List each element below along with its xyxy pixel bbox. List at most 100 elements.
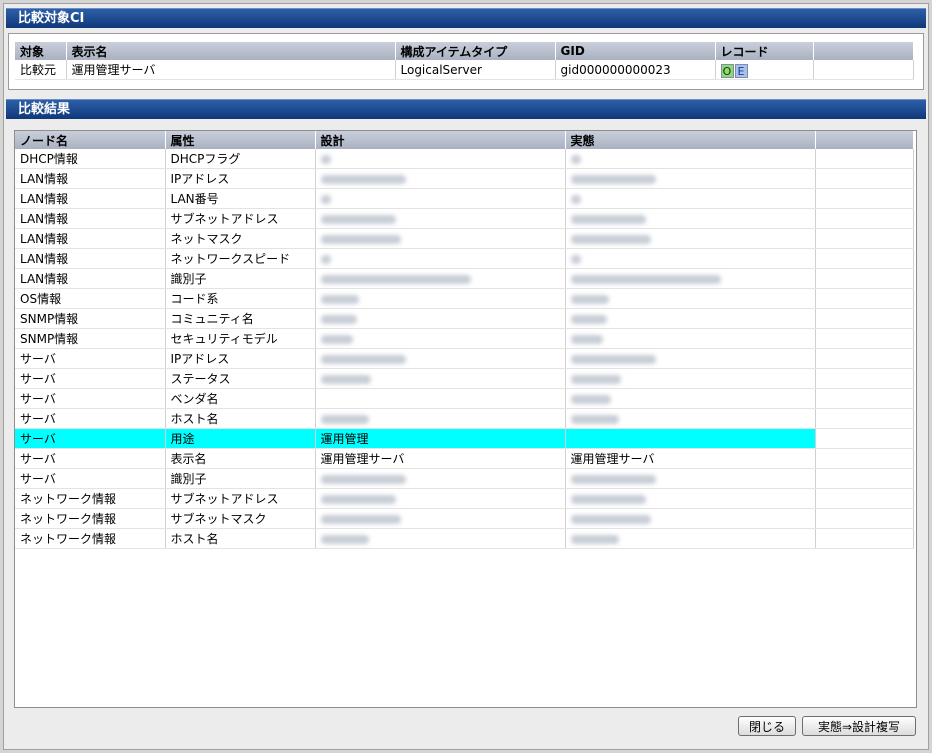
record-o-icon[interactable]: O: [720, 63, 734, 78]
table-row[interactable]: SNMP情報 セキュリティモデル: [15, 328, 914, 349]
table-row[interactable]: LAN情報 ネットワークスピード: [15, 248, 914, 269]
cell-design: [315, 149, 566, 169]
cell-node: LAN情報: [15, 248, 166, 269]
cell-actual: [565, 268, 816, 289]
cell-node: LAN情報: [15, 168, 166, 189]
ci-panel-title: 比較対象CI: [6, 8, 926, 28]
redacted-value: [570, 394, 611, 404]
table-row[interactable]: LAN情報 ネットマスク: [15, 228, 914, 249]
ci-col-target[interactable]: 対象: [15, 42, 67, 60]
table-row[interactable]: ネットワーク情報 サブネットアドレス: [15, 488, 914, 509]
table-row[interactable]: LAN情報 識別子: [15, 268, 914, 289]
record-e-icon[interactable]: E: [734, 63, 748, 78]
cell-design: [315, 328, 566, 349]
cell-node: サーバ: [15, 468, 166, 489]
table-row[interactable]: サーバ ホスト名: [15, 408, 914, 429]
cell-attr: ネットマスク: [165, 228, 316, 249]
result-col-actual[interactable]: 実態: [565, 131, 816, 149]
cell-filler: [815, 328, 914, 349]
result-col-attr[interactable]: 属性: [165, 131, 316, 149]
cell-design: [315, 368, 566, 389]
redacted-value: [570, 494, 646, 504]
cell-filler: [815, 368, 914, 389]
cell-node: LAN情報: [15, 208, 166, 229]
redacted-value: [320, 154, 331, 164]
redacted-value: [320, 494, 396, 504]
table-row[interactable]: LAN情報 サブネットアドレス: [15, 208, 914, 229]
table-row[interactable]: OS情報 コード系: [15, 288, 914, 309]
cell-node: サーバ: [15, 448, 166, 469]
table-row[interactable]: サーバ 表示名 運用管理サーバ 運用管理サーバ: [15, 448, 914, 469]
table-row[interactable]: LAN情報 LAN番号: [15, 188, 914, 209]
cell-attr: LAN番号: [165, 188, 316, 209]
cell-node: SNMP情報: [15, 328, 166, 349]
redacted-value: [320, 354, 406, 364]
result-col-design[interactable]: 設計: [315, 131, 566, 149]
cell-filler: [815, 528, 914, 549]
cell-filler: [815, 428, 914, 449]
cell-filler: [815, 268, 914, 289]
redacted-value: [320, 334, 353, 344]
table-row[interactable]: サーバ ベンダ名: [15, 388, 914, 409]
cell-design: [315, 468, 566, 489]
redacted-value: [320, 314, 357, 324]
result-table-container[interactable]: ノード名 属性 設計 実態 DHCP情報 DHCPフラグ LAN情報 IPアドレス LA…: [14, 130, 917, 708]
table-row[interactable]: サーバ IPアドレス: [15, 348, 914, 369]
ci-row[interactable]: 比較元 運用管理サーバ LogicalServer gid00000000002…: [15, 60, 914, 80]
ci-display-name: 運用管理サーバ: [66, 60, 396, 80]
cell-filler: [815, 168, 914, 189]
cell-actual: [565, 408, 816, 429]
cell-attr: サブネットアドレス: [165, 208, 316, 229]
cell-filler: [815, 228, 914, 249]
table-row[interactable]: サーバ 識別子: [15, 468, 914, 489]
cell-actual: [565, 368, 816, 389]
ci-col-item-type[interactable]: 構成アイテムタイプ: [395, 42, 556, 60]
cell-attr: 用途: [165, 428, 316, 449]
cell-filler: [815, 408, 914, 429]
cell-node: ネットワーク情報: [15, 488, 166, 509]
result-panel-title: 比較結果: [6, 99, 926, 119]
ci-record: OE: [715, 60, 814, 80]
ci-col-gid[interactable]: GID: [555, 42, 716, 60]
redacted-value: [570, 234, 651, 244]
redacted-value: [570, 294, 609, 304]
cell-attr: 識別子: [165, 468, 316, 489]
copy-actual-to-design-button[interactable]: 実態⇒設計複写: [802, 716, 916, 736]
cell-actual: [565, 488, 816, 509]
cell-node: サーバ: [15, 388, 166, 409]
cell-filler: [815, 348, 914, 369]
redacted-value: [320, 234, 401, 244]
redacted-value: [320, 374, 371, 384]
close-button[interactable]: 閉じる: [738, 716, 796, 736]
cell-node: サーバ: [15, 428, 166, 449]
ci-col-display-name[interactable]: 表示名: [66, 42, 396, 60]
cell-attr: IPアドレス: [165, 168, 316, 189]
redacted-value: [570, 254, 581, 264]
table-row[interactable]: ネットワーク情報 サブネットマスク: [15, 508, 914, 529]
cell-actual: [565, 168, 816, 189]
redacted-value: [570, 514, 651, 524]
table-row[interactable]: サーバ 用途 運用管理: [15, 428, 914, 449]
cell-node: DHCP情報: [15, 149, 166, 169]
redacted-value: [320, 414, 369, 424]
cell-design: [315, 308, 566, 329]
redacted-value: [570, 414, 619, 424]
cell-design: [315, 268, 566, 289]
cell-filler: [815, 448, 914, 469]
table-row[interactable]: ネットワーク情報 ホスト名: [15, 528, 914, 549]
cell-node: LAN情報: [15, 268, 166, 289]
cell-attr: ネットワークスピード: [165, 248, 316, 269]
redacted-value: [320, 214, 396, 224]
table-row[interactable]: サーバ ステータス: [15, 368, 914, 389]
table-row[interactable]: LAN情報 IPアドレス: [15, 168, 914, 189]
table-row[interactable]: DHCP情報 DHCPフラグ: [15, 149, 914, 169]
result-col-node[interactable]: ノード名: [15, 131, 166, 149]
cell-attr: DHCPフラグ: [165, 149, 316, 169]
ci-col-record[interactable]: レコード: [715, 42, 814, 60]
redacted-value: [320, 274, 471, 284]
table-row[interactable]: SNMP情報 コミュニティ名: [15, 308, 914, 329]
redacted-value: [320, 294, 359, 304]
cell-filler: [815, 488, 914, 509]
cell-actual: [565, 149, 816, 169]
redacted-value: [570, 154, 581, 164]
